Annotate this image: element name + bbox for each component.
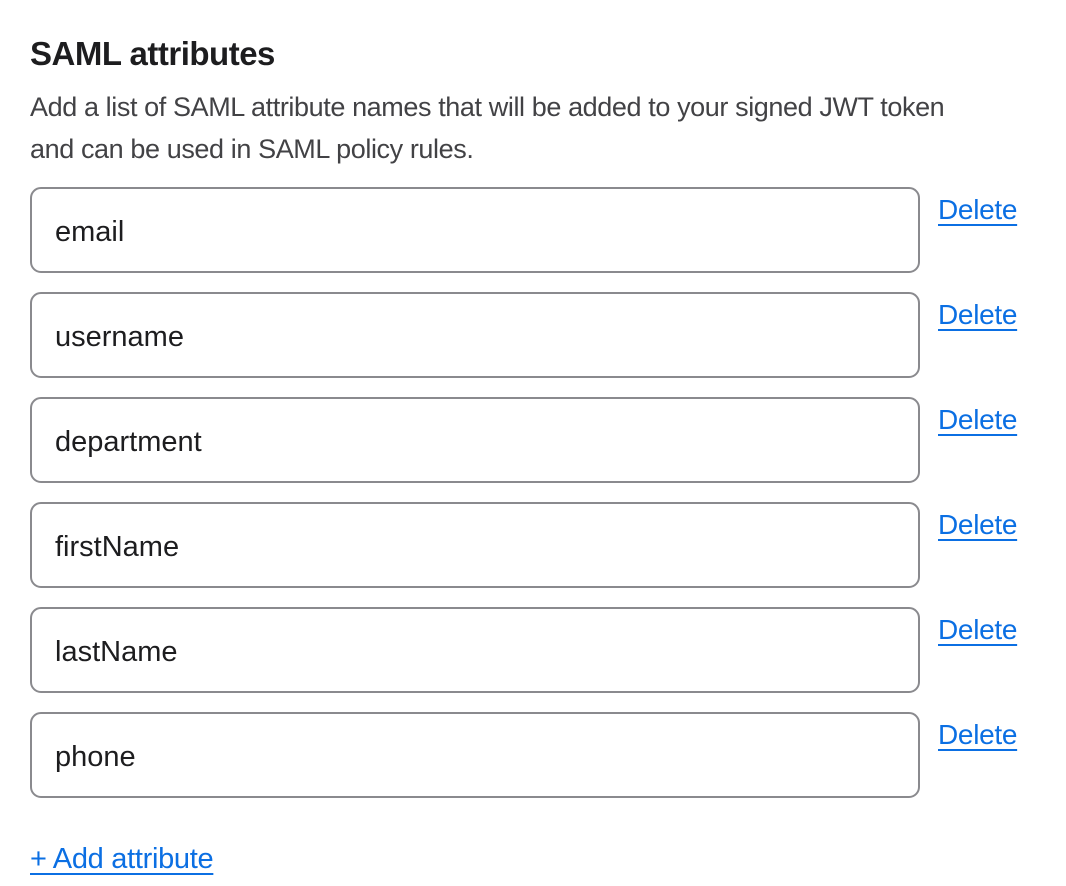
saml-attributes-section: SAML attributes Add a list of SAML attri… (0, 0, 1066, 874)
attribute-row: Delete (30, 712, 1066, 798)
delete-link[interactable]: Delete (938, 406, 1017, 434)
attribute-row: Delete (30, 607, 1066, 693)
delete-link[interactable]: Delete (938, 301, 1017, 329)
page-title: SAML attributes (30, 34, 1066, 74)
attribute-row: Delete (30, 292, 1066, 378)
attribute-row: Delete (30, 187, 1066, 273)
attribute-input[interactable] (30, 292, 920, 378)
delete-link[interactable]: Delete (938, 196, 1017, 224)
attribute-input[interactable] (30, 502, 920, 588)
delete-link[interactable]: Delete (938, 616, 1017, 644)
description-line: Add a list of SAML attribute names that … (30, 86, 1066, 128)
add-attribute-link[interactable]: + Add attribute (30, 845, 213, 874)
attribute-row: Delete (30, 397, 1066, 483)
attribute-input[interactable] (30, 187, 920, 273)
attribute-input[interactable] (30, 712, 920, 798)
description-line: and can be used in SAML policy rules. (30, 128, 1066, 170)
delete-link[interactable]: Delete (938, 721, 1017, 749)
attribute-input[interactable] (30, 397, 920, 483)
attribute-list: Delete Delete Delete Delete Delete Delet… (30, 187, 1066, 798)
attribute-input[interactable] (30, 607, 920, 693)
delete-link[interactable]: Delete (938, 511, 1017, 539)
attribute-row: Delete (30, 502, 1066, 588)
section-description: Add a list of SAML attribute names that … (30, 86, 1066, 170)
